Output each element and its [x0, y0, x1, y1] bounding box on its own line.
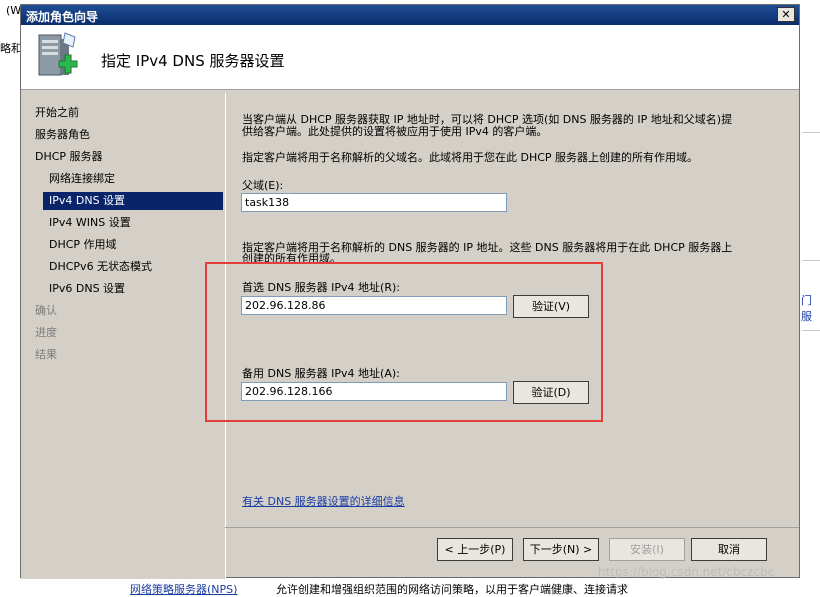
- close-icon: ✕: [781, 8, 791, 21]
- parent-domain-description: 指定客户端将用于名称解析的父域名。此域将用于您在此 DHCP 服务器上创建的所有…: [242, 151, 699, 164]
- page-title: 指定 IPv4 DNS 服务器设置: [101, 52, 285, 70]
- nav-item-network-binding[interactable]: 网络连接绑定: [49, 170, 223, 188]
- more-info-link[interactable]: 有关 DNS 服务器设置的详细信息: [242, 493, 405, 509]
- nav-item-results: 结果: [35, 348, 57, 361]
- nav-item-server-roles[interactable]: 服务器角色: [35, 126, 223, 144]
- nav-item-before-you-begin[interactable]: 开始之前: [35, 104, 223, 122]
- back-button[interactable]: < 上一步(P): [437, 538, 513, 561]
- nav-item-confirmation: 确认: [35, 304, 57, 317]
- highlight-annotation-box: [205, 262, 603, 422]
- nav-item-ipv6-dns[interactable]: IPv6 DNS 设置: [49, 280, 223, 298]
- nav-item-dhcpv6-stateless[interactable]: DHCPv6 无状态模式: [49, 258, 223, 276]
- wizard-nav: 开始之前 服务器角色 DHCP 服务器 网络连接绑定 IPv4 DNS 设置 I…: [21, 93, 226, 579]
- background-divider: [802, 132, 820, 133]
- nav-item-ipv4-dns[interactable]: IPv4 DNS 设置: [43, 192, 223, 210]
- header-band: 指定 IPv4 DNS 服务器设置: [21, 25, 799, 90]
- background-divider: [802, 330, 820, 331]
- nav-item-dhcp-server[interactable]: DHCP 服务器: [35, 148, 223, 166]
- intro-text-line2: 供给客户端。此处提供的设置将被应用于使用 IPv4 的客户端。: [242, 125, 548, 138]
- title-bar[interactable]: 添加角色向导 ✕: [21, 5, 799, 25]
- server-add-role-icon: [38, 32, 78, 76]
- background-fragment-left: 略和: [0, 42, 22, 55]
- next-button[interactable]: 下一步(N) >: [523, 538, 599, 561]
- parent-domain-label: 父域(E):: [242, 179, 284, 192]
- footer-separator: [225, 527, 799, 528]
- cancel-button[interactable]: 取消: [691, 538, 767, 561]
- watermark: https://blog.csdn.net/cbczcbc: [598, 565, 775, 579]
- nav-item-ipv4-wins[interactable]: IPv4 WINS 设置: [49, 214, 223, 232]
- window-title: 添加角色向导: [26, 10, 99, 24]
- close-button[interactable]: ✕: [777, 7, 795, 22]
- nav-item-dhcp-scopes[interactable]: DHCP 作用域: [49, 236, 223, 254]
- nav-item-progress: 进度: [35, 326, 57, 339]
- install-button: 安装(I): [609, 538, 685, 561]
- background-fragment-right: 门服: [801, 294, 812, 323]
- parent-domain-input[interactable]: task138: [241, 193, 507, 212]
- background-fragment-top: (W: [6, 4, 22, 17]
- background-divider: [802, 260, 820, 261]
